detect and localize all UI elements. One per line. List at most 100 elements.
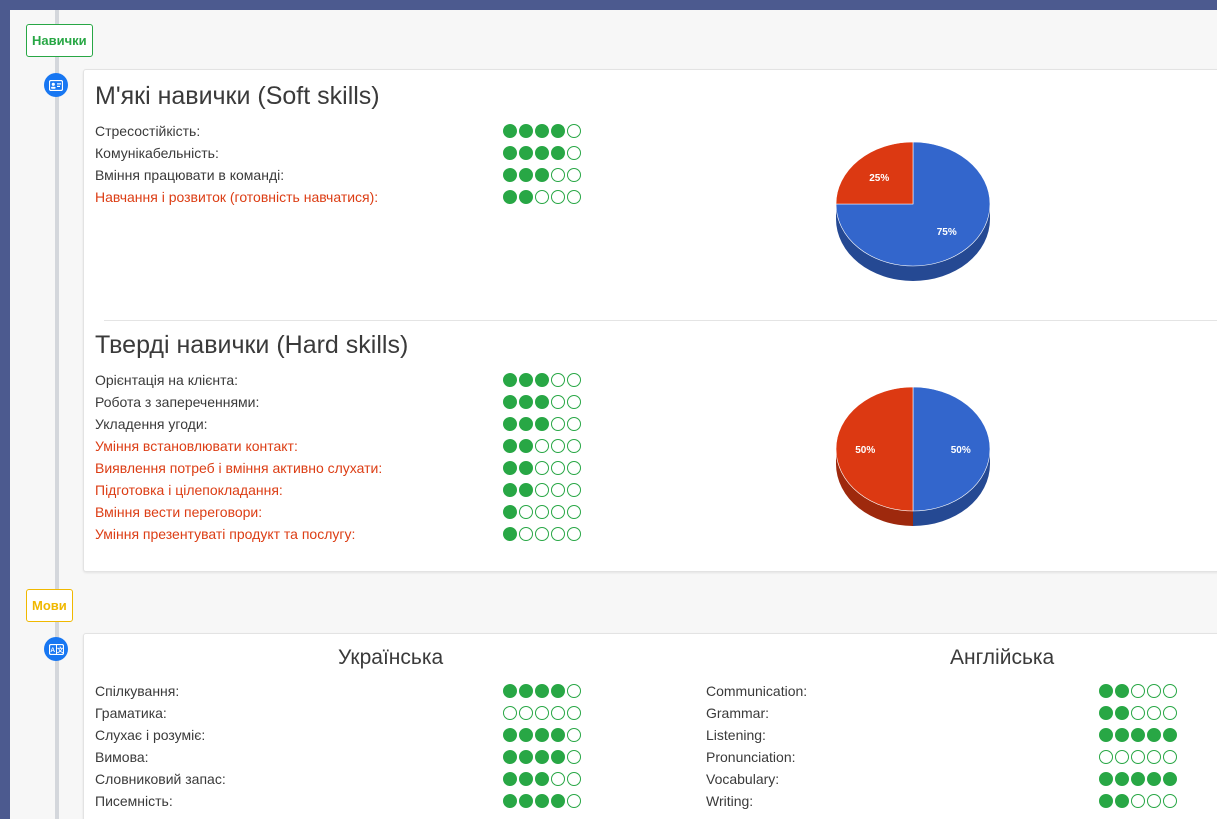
rating-dot-empty (551, 373, 565, 387)
skill-name: Спілкування: (95, 683, 180, 699)
rating-dots (1099, 794, 1177, 808)
rating-dot-filled (1099, 684, 1113, 698)
rating-dot-empty (1131, 706, 1145, 720)
rating-dots (503, 373, 581, 387)
rating-dot-empty (567, 527, 581, 541)
rating-dot-filled (503, 168, 517, 182)
rating-dot-filled (1099, 706, 1113, 720)
rating-dot-empty (535, 461, 549, 475)
rating-dot-filled (1099, 794, 1113, 808)
rating-dot-empty (1147, 794, 1161, 808)
skill-name: Слухає і розуміє: (95, 727, 206, 743)
rating-dots (503, 124, 581, 138)
pie-slice-label: 50% (855, 445, 875, 456)
rating-dots (503, 750, 581, 764)
rating-dots (503, 772, 581, 786)
rating-dot-empty (567, 417, 581, 431)
rating-dot-empty (567, 684, 581, 698)
rating-dot-empty (1115, 750, 1129, 764)
rating-dot-empty (567, 750, 581, 764)
rating-dot-filled (503, 483, 517, 497)
english-title: Англійська (950, 646, 1055, 669)
rating-dots (503, 728, 581, 742)
rating-dots (503, 505, 581, 519)
rating-dot-filled (551, 728, 565, 742)
pie-slice-label: 25% (869, 173, 889, 184)
rating-dots (1099, 706, 1177, 720)
rating-dots (1099, 750, 1177, 764)
rating-dot-filled (519, 684, 533, 698)
skill-name: Writing: (706, 793, 754, 809)
rating-dot-filled (503, 772, 517, 786)
rating-dot-filled (551, 124, 565, 138)
rating-dot-filled (535, 750, 549, 764)
skill-name: Listening: (706, 727, 766, 743)
rating-dot-filled (503, 190, 517, 204)
skill-name: Вимова: (95, 749, 149, 765)
skill-name: Укладення угоди: (95, 416, 208, 432)
rating-dot-filled (503, 146, 517, 160)
skill-name: Вміння вести переговори: (95, 504, 263, 520)
rating-dot-empty (503, 706, 517, 720)
rating-dot-empty (567, 395, 581, 409)
rating-dot-filled (503, 750, 517, 764)
rating-dot-filled (551, 750, 565, 764)
rating-dot-filled (1115, 684, 1129, 698)
skill-name: Vocabulary: (706, 771, 780, 787)
rating-dot-filled (503, 417, 517, 431)
rating-dots (503, 146, 581, 160)
svg-text:文: 文 (55, 645, 63, 654)
rating-dots (503, 168, 581, 182)
rating-dot-filled (535, 373, 549, 387)
rating-dot-empty (535, 439, 549, 453)
rating-dot-empty (567, 124, 581, 138)
rating-dot-filled (503, 124, 517, 138)
skill-name: Підготовка і цілепокладання: (95, 482, 283, 498)
rating-dots (1099, 684, 1177, 698)
skill-name: Навчання і розвиток (готовність навчатис… (95, 189, 379, 205)
rating-dot-empty (567, 146, 581, 160)
rating-dot-empty (551, 439, 565, 453)
rating-dot-filled (519, 417, 533, 431)
skill-name: Уміння презентуваті продукт та послугу: (95, 526, 356, 542)
rating-dot-empty (551, 706, 565, 720)
rating-dot-empty (535, 527, 549, 541)
rating-dot-filled (519, 373, 533, 387)
rating-dots (1099, 728, 1177, 742)
rating-dot-filled (519, 146, 533, 160)
rating-dot-filled (1115, 706, 1129, 720)
rating-dot-filled (1099, 772, 1113, 786)
rating-dot-empty (551, 505, 565, 519)
skill-name: Граматика: (95, 705, 167, 721)
rating-dot-empty (519, 527, 533, 541)
rating-dot-empty (551, 461, 565, 475)
rating-dot-empty (1163, 750, 1177, 764)
rating-dots (503, 190, 581, 204)
rating-dot-empty (551, 772, 565, 786)
rating-dot-empty (567, 505, 581, 519)
rating-dot-empty (567, 373, 581, 387)
rating-dot-filled (519, 439, 533, 453)
skill-name: Комунікабельність: (95, 145, 219, 161)
divider (104, 320, 1217, 321)
rating-dot-filled (519, 461, 533, 475)
rating-dot-empty (1163, 684, 1177, 698)
rating-dot-empty (567, 728, 581, 742)
rating-dot-filled (535, 772, 549, 786)
rating-dot-empty (567, 439, 581, 453)
rating-dot-filled (535, 794, 549, 808)
rating-dots (503, 461, 581, 475)
rating-dot-filled (1163, 772, 1177, 786)
rating-dot-empty (519, 706, 533, 720)
rating-dot-filled (503, 794, 517, 808)
rating-dot-filled (519, 794, 533, 808)
rating-dot-filled (503, 527, 517, 541)
rating-dots (503, 684, 581, 698)
rating-dot-filled (1131, 772, 1145, 786)
rating-dot-empty (567, 190, 581, 204)
rating-dots (503, 417, 581, 431)
rating-dots (503, 439, 581, 453)
rating-dot-filled (519, 772, 533, 786)
timeline-line (55, 10, 59, 819)
rating-dot-filled (519, 750, 533, 764)
